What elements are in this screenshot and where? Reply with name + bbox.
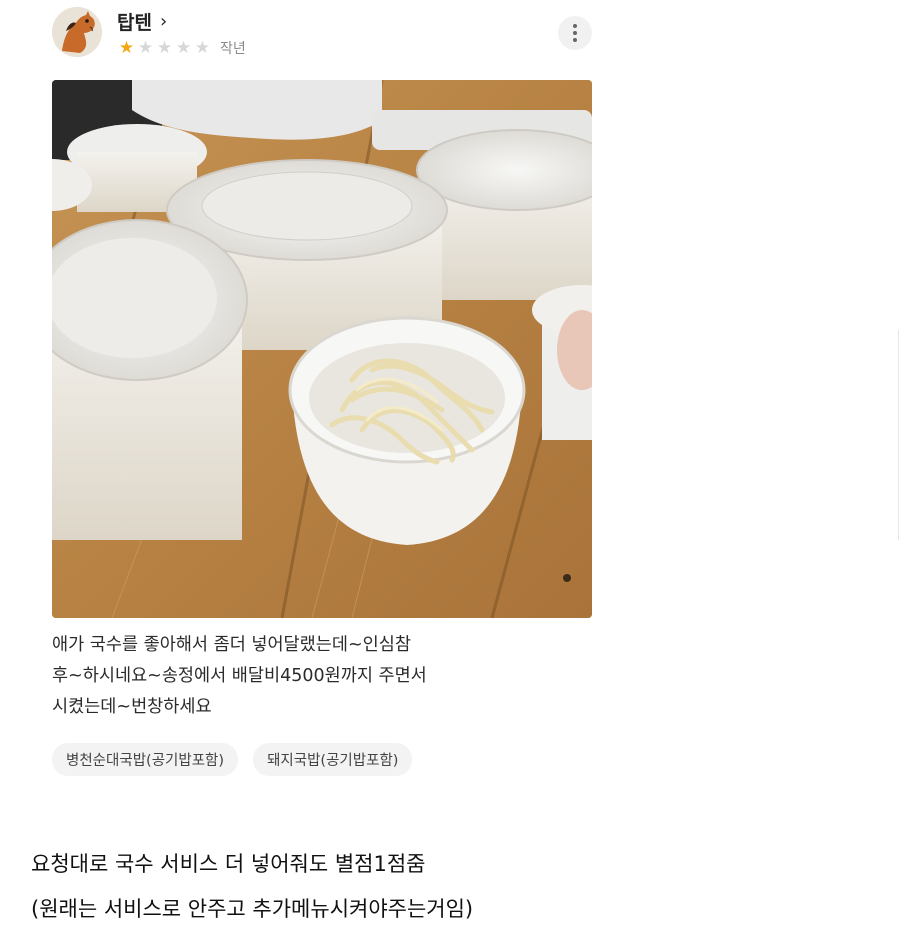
food-photo-image xyxy=(52,80,592,618)
star-empty-icon: ★ xyxy=(175,37,192,58)
caption-line-1: 요청대로 국수 서비스 더 넣어줘도 별점1점줌 xyxy=(31,852,426,876)
reviewer-name-link[interactable]: 탑텐 › xyxy=(117,8,167,35)
star-rating: ★ ★ ★ ★ ★ xyxy=(117,37,212,58)
menu-tags: 병천순대국밥(공기밥포함) 돼지국밥(공기밥포함) xyxy=(52,743,413,776)
rating-row: ★ ★ ★ ★ ★ 작년 xyxy=(117,38,246,58)
horse-avatar-icon xyxy=(52,7,102,57)
star-empty-icon: ★ xyxy=(194,37,211,58)
chevron-right-icon: › xyxy=(159,11,168,32)
star-empty-icon: ★ xyxy=(137,37,154,58)
reviewer-avatar[interactable] xyxy=(52,7,102,57)
star-empty-icon: ★ xyxy=(156,37,173,58)
more-options-button[interactable] xyxy=(558,16,592,50)
reviewer-name: 탑텐 xyxy=(117,12,152,34)
review-text-line: 시켰는데~번창하세요 xyxy=(52,697,212,717)
review-time: 작년 xyxy=(220,41,246,57)
caption-line-2: (원래는 서비스로 안주고 추가메뉴시켜야주는거임) xyxy=(31,897,474,921)
review-text-line: 애가 국수를 좋아해서 좀더 넣어달랬는데~인심참 xyxy=(52,635,411,655)
review-text-line: 후~하시네요~송정에서 배달비4500원까지 주면서 xyxy=(52,666,427,686)
star-filled-icon: ★ xyxy=(118,37,135,58)
review-text: 애가 국수를 좋아해서 좀더 넣어달랬는데~인심참 후~하시네요~송정에서 배달… xyxy=(52,630,572,723)
more-vertical-icon xyxy=(573,24,577,28)
menu-tag[interactable]: 병천순대국밥(공기밥포함) xyxy=(52,743,239,776)
review-photo[interactable] xyxy=(52,80,592,618)
menu-tag[interactable]: 돼지국밥(공기밥포함) xyxy=(253,743,413,776)
edge-divider xyxy=(898,330,899,540)
